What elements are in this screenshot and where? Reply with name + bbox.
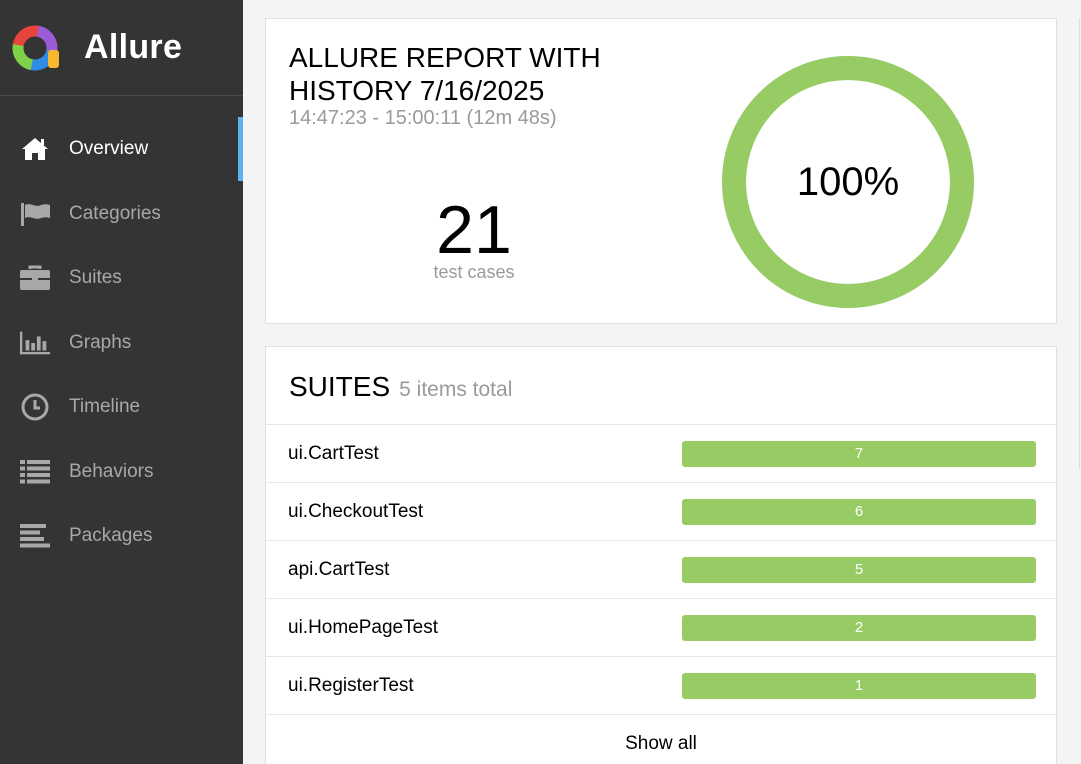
brand[interactable]: Allure: [0, 0, 243, 96]
suite-status-bar: 6: [682, 498, 1036, 525]
suites-total: 5 items total: [399, 378, 513, 401]
sidebar-item-timeline[interactable]: Timeline: [0, 375, 243, 440]
sidebar-item-packages[interactable]: Packages: [0, 504, 243, 569]
suite-name: api.CartTest: [288, 558, 390, 580]
table-row[interactable]: ui.CheckoutTest 6: [266, 483, 1056, 541]
sidebar-item-suites[interactable]: Suites: [0, 246, 243, 311]
sidebar-item-label: Suites: [69, 267, 122, 289]
sidebar-item-categories[interactable]: Categories: [0, 182, 243, 247]
flag-icon: [19, 200, 51, 228]
home-icon: [19, 135, 51, 163]
test-count-label: test cases: [433, 262, 515, 282]
table-row[interactable]: ui.RegisterTest 1: [266, 657, 1056, 715]
clock-icon: [19, 393, 51, 421]
show-all-link[interactable]: Show all: [266, 715, 1056, 764]
summary-widget: ALLURE REPORT WITH HISTORY 7/16/2025 14:…: [265, 18, 1057, 324]
suite-status-bar: 5: [682, 556, 1036, 583]
suite-name: ui.HomePageTest: [288, 616, 438, 638]
table-row[interactable]: api.CartTest 5: [266, 541, 1056, 599]
table-row[interactable]: ui.CartTest 7: [266, 425, 1056, 483]
allure-logo-icon: [12, 25, 59, 70]
table-row[interactable]: ui.HomePageTest 2: [266, 599, 1056, 657]
bar-chart-icon: [19, 329, 51, 357]
report-title: ALLURE REPORT WITH HISTORY 7/16/2025: [289, 42, 601, 106]
sidebar-item-overview[interactable]: Overview: [0, 117, 243, 182]
app-name: Allure: [84, 28, 183, 66]
sidebar: Allure Overview Categories Suites Graphs: [0, 0, 243, 764]
pass-rate-label: 100%: [796, 159, 900, 204]
sidebar-item-graphs[interactable]: Graphs: [0, 311, 243, 376]
sidebar-item-label: Timeline: [69, 396, 141, 418]
next-column-edge: [1074, 0, 1081, 764]
report-time-range: 14:47:23 - 15:00:11 (12m 48s): [289, 107, 557, 129]
sidebar-nav: Overview Categories Suites Graphs Timeli…: [0, 117, 243, 569]
suite-name: ui.RegisterTest: [288, 674, 414, 696]
list-icon: [19, 458, 51, 486]
suite-name: ui.CheckoutTest: [288, 500, 424, 522]
suites-title: SUITES: [289, 371, 391, 402]
sidebar-item-label: Packages: [69, 525, 153, 547]
sidebar-item-label: Graphs: [69, 331, 132, 353]
sidebar-item-label: Overview: [69, 138, 149, 160]
suites-header: SUITES 5 items total: [266, 347, 1056, 425]
suite-status-bar: 7: [682, 440, 1036, 467]
suites-widget: SUITES 5 items total ui.CartTest 7 ui.Ch…: [265, 346, 1057, 764]
suite-status-bar: 2: [682, 614, 1036, 641]
align-left-icon: [19, 522, 51, 550]
sidebar-item-behaviors[interactable]: Behaviors: [0, 440, 243, 505]
test-count: 21: [436, 192, 512, 268]
sidebar-item-label: Categories: [69, 202, 161, 224]
sidebar-item-label: Behaviors: [69, 460, 154, 482]
briefcase-icon: [19, 264, 51, 292]
suite-status-bar: 1: [682, 672, 1036, 699]
main-content: ALLURE REPORT WITH HISTORY 7/16/2025 14:…: [243, 0, 1081, 764]
suite-name: ui.CartTest: [288, 442, 379, 464]
